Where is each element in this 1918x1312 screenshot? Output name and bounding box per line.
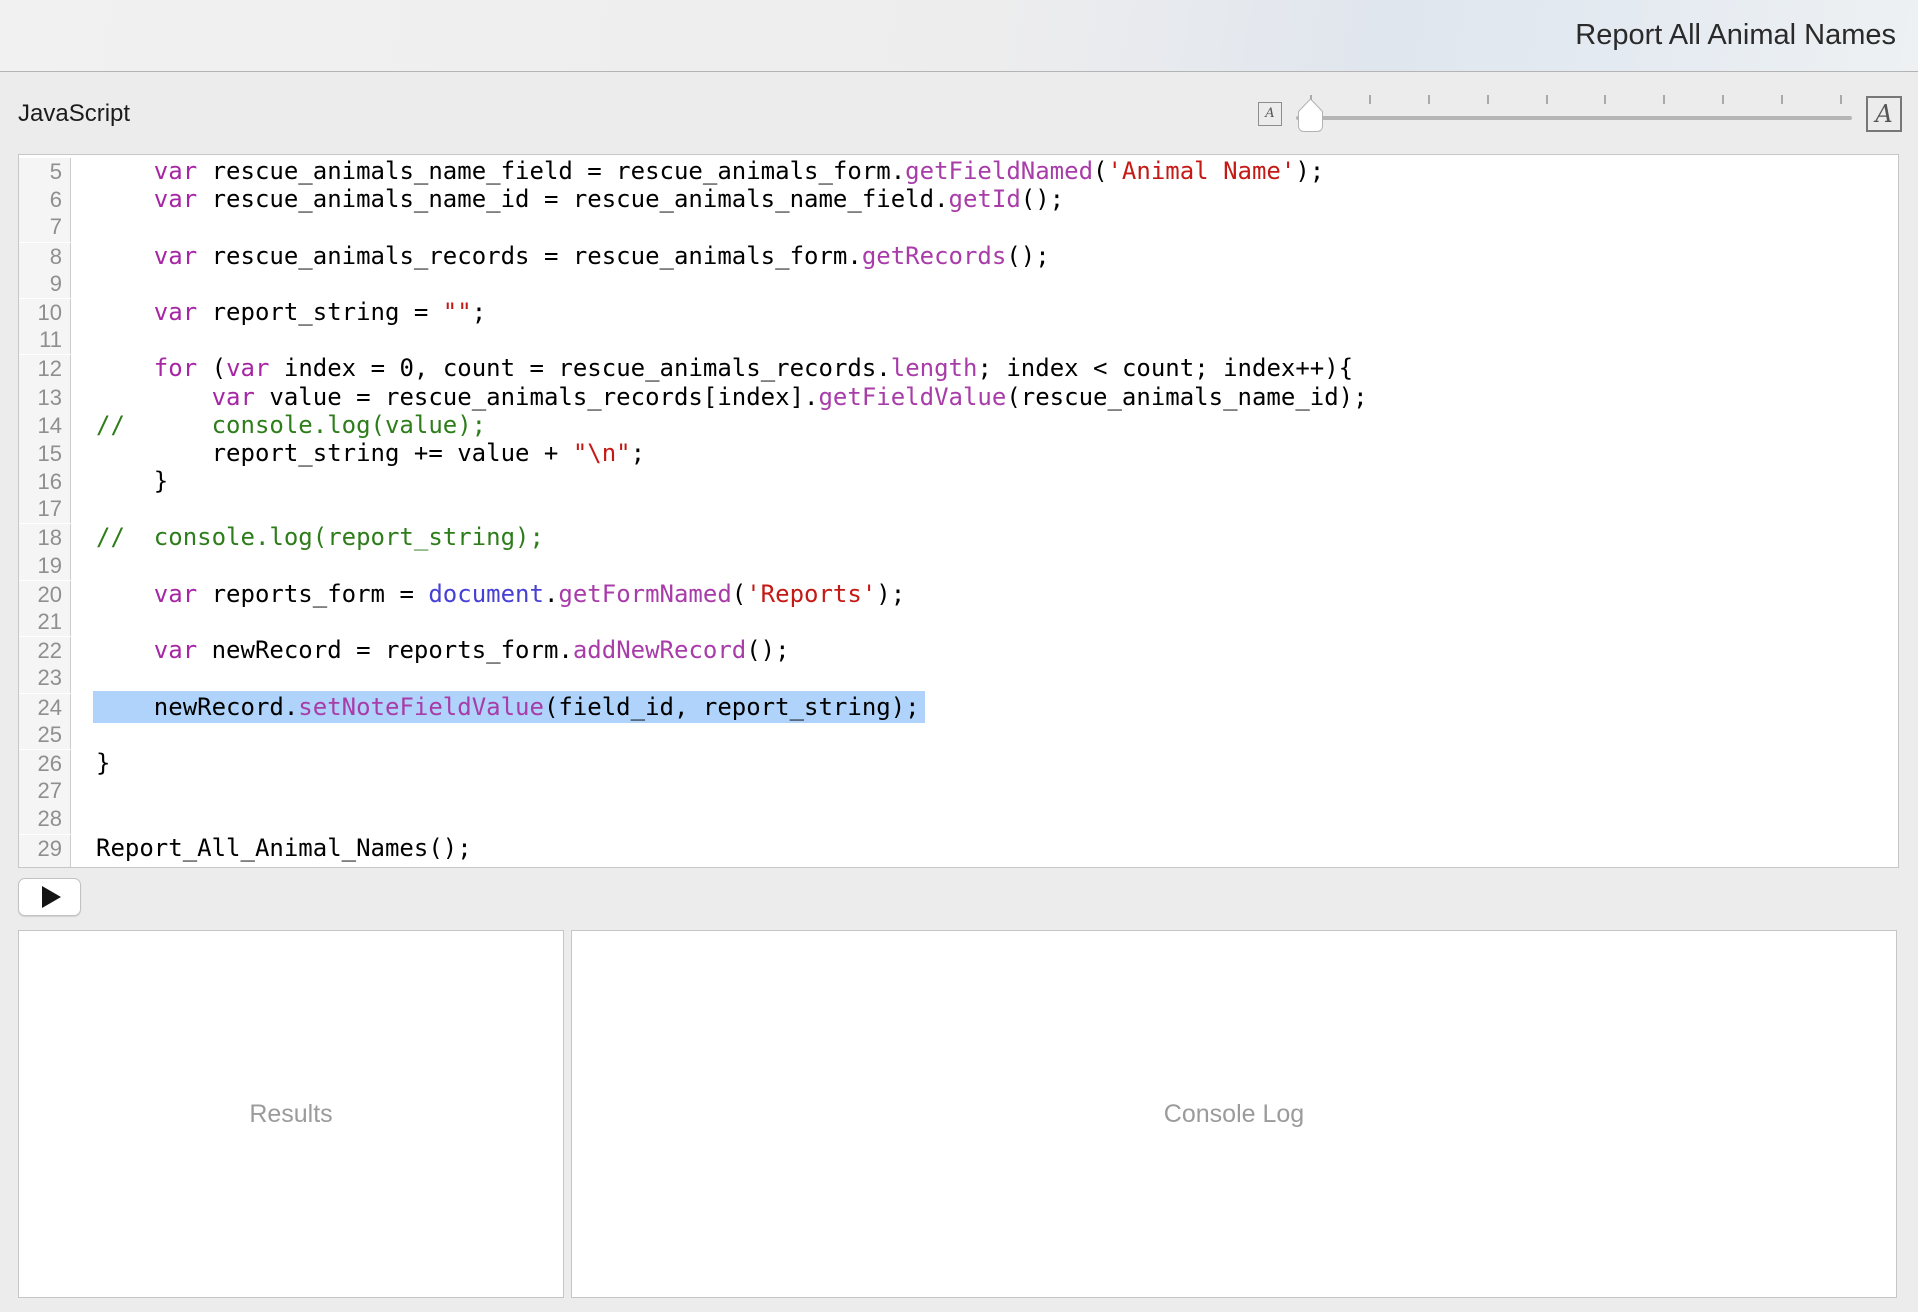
code-line: 19: [19, 552, 1898, 580]
script-editor-window: Report All Animal Names JavaScript A A 5…: [0, 0, 1918, 1312]
code-line-text: var rescue_animals_name_id = rescue_anim…: [71, 185, 1064, 213]
large-font-icon: A: [1866, 96, 1902, 132]
line-number: 19: [19, 552, 71, 580]
code-line: 8 var rescue_animals_records = rescue_an…: [19, 242, 1898, 270]
code-line-text: // console.log(value);: [71, 411, 486, 439]
line-number: 14: [19, 412, 71, 440]
line-number: 12: [19, 355, 71, 383]
code-line: 28: [19, 805, 1898, 833]
code-line-text: for (var index = 0, count = rescue_anima…: [71, 354, 1353, 382]
code-line: 30: [19, 862, 1898, 868]
line-number: 11: [19, 326, 71, 354]
code-line-text: }: [71, 467, 168, 495]
code-line: 12 for (var index = 0, count = rescue_an…: [19, 354, 1898, 382]
code-line: 27: [19, 777, 1898, 805]
line-number: 13: [19, 384, 71, 412]
line-number: 20: [19, 581, 71, 609]
large-font-glyph: A: [1875, 100, 1892, 128]
line-number: 7: [19, 213, 71, 241]
line-number: 24: [19, 694, 71, 722]
line-number: 10: [19, 299, 71, 327]
code-line-text: report_string += value + "\n";: [71, 439, 645, 467]
code-line: 23: [19, 664, 1898, 692]
window-title: Report All Animal Names: [1575, 0, 1896, 70]
results-placeholder: Results: [249, 1100, 332, 1129]
small-font-glyph: A: [1265, 106, 1274, 121]
selected-code: newRecord.setNoteFieldValue(field_id, re…: [93, 691, 925, 723]
slider-tick: [1604, 95, 1606, 104]
code-line-text: var newRecord = reports_form.addNewRecor…: [71, 636, 790, 664]
line-number: 27: [19, 777, 71, 805]
code-line-text: newRecord.setNoteFieldValue(field_id, re…: [71, 693, 925, 721]
code-line-text: Report_All_Animal_Names();: [71, 834, 472, 862]
slider-tick: [1428, 95, 1430, 104]
code-line: 14// console.log(value);: [19, 411, 1898, 439]
results-panel[interactable]: Results: [18, 930, 564, 1298]
code-line: 11: [19, 326, 1898, 354]
run-button[interactable]: [18, 878, 81, 916]
line-number: 15: [19, 440, 71, 468]
slider-thumb[interactable]: [1297, 98, 1324, 133]
code-line: 16 }: [19, 467, 1898, 495]
code-line: 25: [19, 721, 1898, 749]
slider-tick: [1546, 95, 1548, 104]
code-line: 18// console.log(report_string);: [19, 523, 1898, 551]
line-number: 26: [19, 750, 71, 778]
toolbar: JavaScript A A: [0, 73, 1918, 154]
code-line: 24 newRecord.setNoteFieldValue(field_id,…: [19, 693, 1898, 721]
line-number: 23: [19, 664, 71, 692]
play-icon: [42, 886, 61, 908]
line-number: 30: [19, 862, 71, 868]
slider-tick: [1781, 95, 1783, 104]
slider-tick: [1722, 95, 1724, 104]
code-line-text: var reports_form = document.getFormNamed…: [71, 580, 905, 608]
code-line-text: var rescue_animals_name_field = rescue_a…: [71, 157, 1324, 185]
code-line-text: // console.log(report_string);: [71, 523, 544, 551]
line-number: 22: [19, 637, 71, 665]
line-number: 18: [19, 524, 71, 552]
line-number: 9: [19, 270, 71, 298]
code-line-text: var report_string = "";: [71, 298, 486, 326]
small-font-icon: A: [1258, 102, 1282, 126]
line-number: 5: [19, 158, 71, 186]
slider-tick: [1369, 95, 1371, 104]
slider-track[interactable]: [1296, 116, 1852, 120]
code-lines: 5 var rescue_animals_name_field = rescue…: [19, 157, 1898, 868]
slider-tick: [1487, 95, 1489, 104]
slider-tick: [1840, 95, 1842, 104]
code-line: 22 var newRecord = reports_form.addNewRe…: [19, 636, 1898, 664]
code-line: 13 var value = rescue_animals_records[in…: [19, 383, 1898, 411]
code-line-text: var value = rescue_animals_records[index…: [71, 383, 1368, 411]
code-line: 5 var rescue_animals_name_field = rescue…: [19, 157, 1898, 185]
code-line: 7: [19, 213, 1898, 241]
font-size-slider[interactable]: [1294, 94, 1854, 134]
line-number: 21: [19, 608, 71, 636]
title-bar: Report All Animal Names: [0, 0, 1918, 72]
slider-tick: [1663, 95, 1665, 104]
slider-ticks: [1310, 95, 1842, 104]
line-number: 16: [19, 468, 71, 496]
code-line: 17: [19, 495, 1898, 523]
code-line: 21: [19, 608, 1898, 636]
code-line: 29Report_All_Animal_Names();: [19, 834, 1898, 862]
code-line: 20 var reports_form = document.getFormNa…: [19, 580, 1898, 608]
console-log-placeholder: Console Log: [1164, 1100, 1304, 1129]
font-size-control: A A: [1258, 94, 1902, 134]
line-number: 17: [19, 495, 71, 523]
language-label: JavaScript: [18, 100, 130, 128]
code-line-text: var rescue_animals_records = rescue_anim…: [71, 242, 1050, 270]
code-line: 9: [19, 270, 1898, 298]
code-line: 6 var rescue_animals_name_id = rescue_an…: [19, 185, 1898, 213]
code-line: 26}: [19, 749, 1898, 777]
line-number: 8: [19, 243, 71, 271]
code-line: 15 report_string += value + "\n";: [19, 439, 1898, 467]
line-number: 6: [19, 186, 71, 214]
code-editor[interactable]: 5 var rescue_animals_name_field = rescue…: [18, 154, 1899, 868]
line-number: 29: [19, 835, 71, 863]
code-line-text: }: [71, 749, 110, 777]
code-line: 10 var report_string = "";: [19, 298, 1898, 326]
line-number: 28: [19, 805, 71, 833]
line-number: 25: [19, 721, 71, 749]
console-log-panel[interactable]: Console Log: [571, 930, 1897, 1298]
